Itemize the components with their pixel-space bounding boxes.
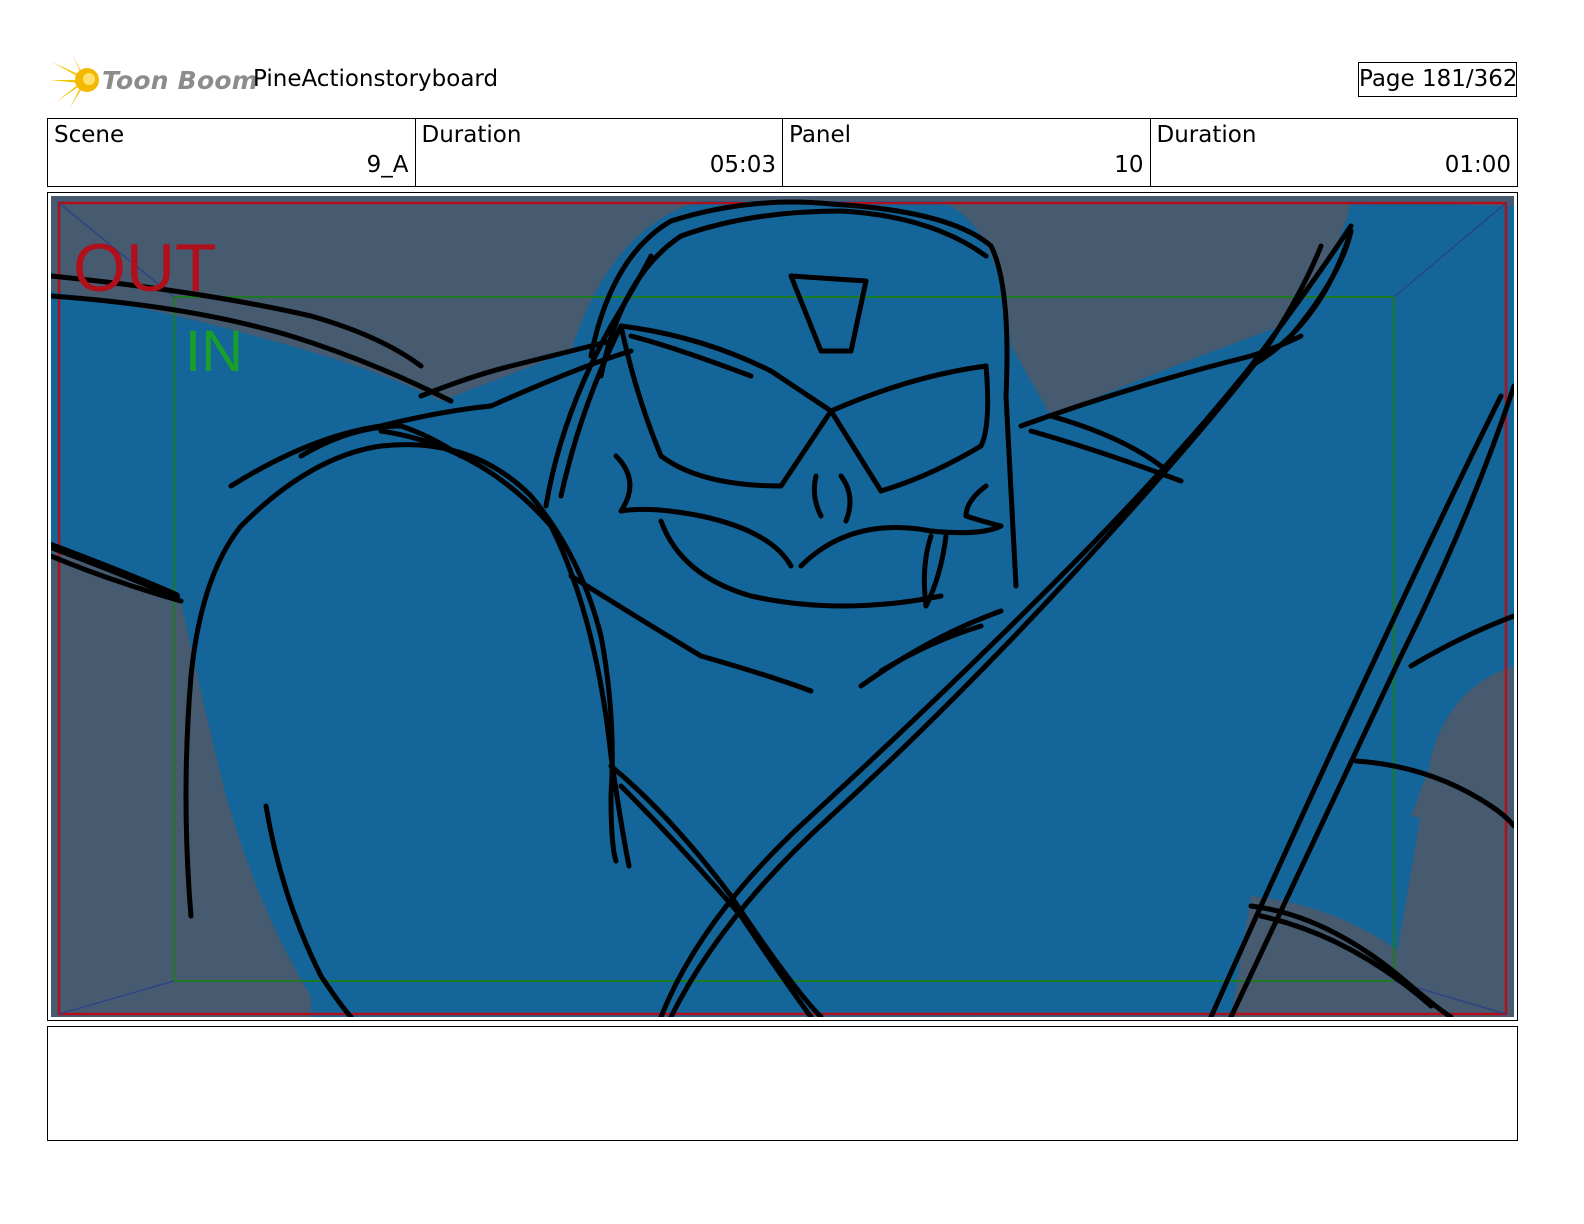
scene-cell: Scene 9_A	[48, 119, 416, 186]
page-number: Page 181/362	[1358, 62, 1518, 97]
panel-info-table: Scene 9_A Duration 05:03 Panel 10 Durati…	[47, 118, 1518, 187]
scene-duration-cell: Duration 05:03	[416, 119, 783, 186]
panel-duration-cell: Duration 01:00	[1151, 119, 1518, 186]
starburst-icon	[50, 54, 99, 108]
panel-duration-label: Duration	[1156, 122, 1257, 148]
panel-cell: Panel 10	[783, 119, 1151, 186]
in-label: IN	[185, 319, 243, 384]
panel-value: 10	[1114, 152, 1144, 178]
scene-duration-label: Duration	[421, 122, 522, 148]
project-title: PineActionstoryboard	[253, 66, 499, 92]
panel-drawing: OUT IN	[51, 196, 1514, 1017]
scene-label: Scene	[54, 122, 125, 148]
scene-value: 9_A	[366, 152, 409, 178]
scene-duration-value: 05:03	[709, 152, 776, 178]
storyboard-panel[interactable]: OUT IN	[47, 192, 1518, 1021]
panel-notes[interactable]	[47, 1026, 1518, 1141]
toon-boom-logo: Toon Boom	[50, 54, 258, 108]
panel-label: Panel	[789, 122, 852, 148]
out-label: OUT	[73, 230, 217, 306]
logo-wordmark: Toon Boom	[102, 66, 258, 95]
panel-duration-value: 01:00	[1444, 152, 1511, 178]
